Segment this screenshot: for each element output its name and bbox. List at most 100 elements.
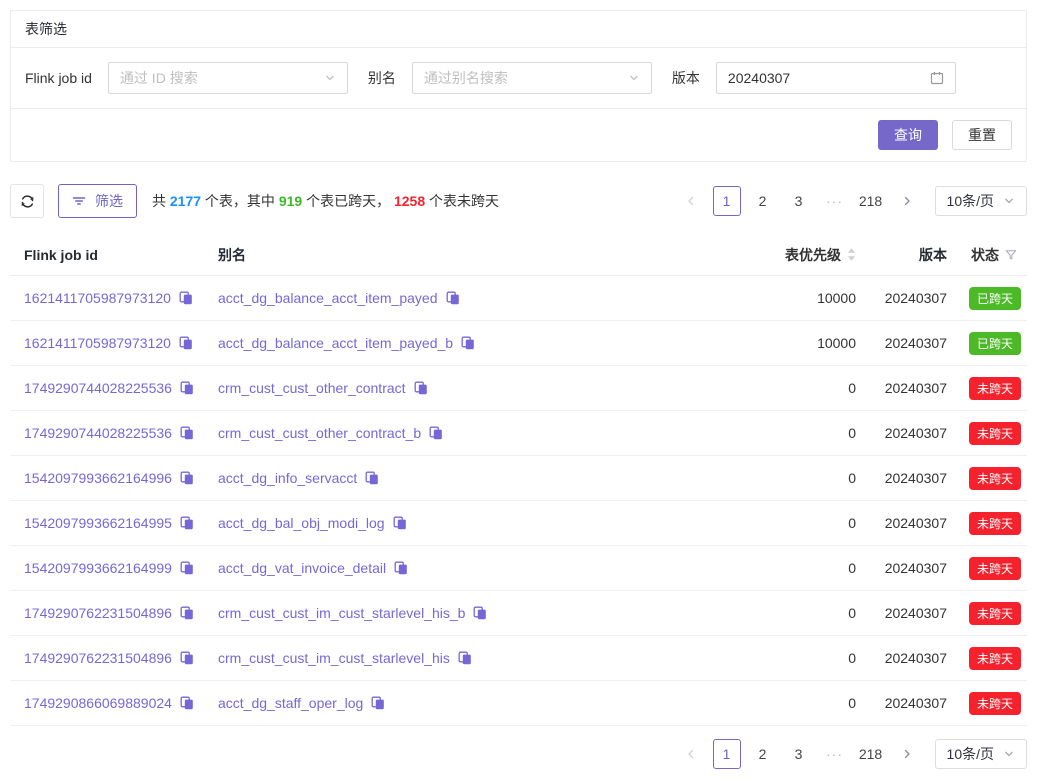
copy-icon[interactable]: [446, 291, 460, 305]
filter-card: 表筛选 Flink job id 通过 ID 搜索 别名 通过别名搜索: [10, 10, 1027, 162]
copy-icon[interactable]: [461, 336, 475, 350]
table-row: 1749290762231504896 crm_cust_cust_im_cus…: [10, 636, 1027, 681]
page-size-select[interactable]: 10条/页: [935, 739, 1027, 769]
flink-job-id-link[interactable]: 1621411705987973120: [24, 290, 171, 306]
copy-icon[interactable]: [180, 696, 194, 710]
flink-job-id-link[interactable]: 1621411705987973120: [24, 335, 171, 351]
status-badge: 未跨天: [969, 512, 1021, 535]
calendar-icon: [930, 71, 944, 85]
flink-job-id-link[interactable]: 1542097993662164995: [24, 515, 172, 531]
column-header-status: 状态: [947, 245, 1027, 265]
status-badge: 未跨天: [969, 377, 1021, 400]
pagination-bottom: 123···21810条/页: [669, 739, 1027, 769]
next-page-button[interactable]: [893, 186, 921, 216]
alias-link[interactable]: acct_dg_info_servacct: [218, 470, 357, 486]
flink-job-id-link[interactable]: 1749290762231504896: [24, 650, 172, 666]
copy-icon[interactable]: [394, 561, 408, 575]
copy-icon[interactable]: [179, 291, 193, 305]
alias-link[interactable]: crm_cust_cust_im_cust_starlevel_his: [218, 650, 450, 666]
sorter-icon[interactable]: [847, 248, 856, 261]
status-badge: 未跨天: [969, 647, 1021, 670]
pagination-top: 123···21810条/页: [669, 186, 1027, 216]
filter-toggle-button[interactable]: 筛选: [58, 184, 137, 218]
column-header-priority[interactable]: 表优先级: [736, 245, 856, 265]
page-button-3[interactable]: 3: [785, 186, 813, 216]
page-size-label: 10条/页: [947, 744, 994, 764]
copy-icon[interactable]: [458, 651, 472, 665]
status-badge: 已跨天: [969, 332, 1021, 355]
page-button-218[interactable]: 218: [857, 739, 885, 769]
table-row: 1542097993662164996 acct_dg_info_servacc…: [10, 456, 1027, 501]
next-page-button[interactable]: [893, 739, 921, 769]
version-date-value: 20240307: [728, 70, 790, 86]
flink-job-id-placeholder: 通过 ID 搜索: [120, 68, 198, 88]
page-button-2[interactable]: 2: [749, 186, 777, 216]
refresh-button[interactable]: [10, 184, 44, 218]
version-date-input[interactable]: 20240307: [716, 62, 956, 94]
column-header-alias: 别名: [218, 245, 736, 265]
prev-page-button[interactable]: [677, 739, 705, 769]
table-summary: 共 2177 个表，其中 919 个表已跨天， 1258 个表未跨天: [152, 191, 499, 211]
alias-link[interactable]: crm_cust_cust_other_contract_b: [218, 425, 421, 441]
alias-link[interactable]: crm_cust_cust_other_contract: [218, 380, 406, 396]
priority-value: 0: [736, 560, 856, 576]
copy-icon[interactable]: [365, 471, 379, 485]
copy-icon[interactable]: [180, 561, 194, 575]
search-button[interactable]: 查询: [878, 120, 938, 150]
copy-icon[interactable]: [473, 606, 487, 620]
copy-icon[interactable]: [414, 381, 428, 395]
page-button-3[interactable]: 3: [785, 739, 813, 769]
refresh-icon: [20, 194, 35, 209]
table-header: Flink job id 别名 表优先级 版本 状态: [10, 234, 1027, 276]
flink-job-id-link[interactable]: 1749290744028225536: [24, 380, 172, 396]
table-body: 1621411705987973120 acct_dg_balance_acct…: [10, 276, 1027, 726]
priority-value: 10000: [736, 335, 856, 351]
copy-icon[interactable]: [180, 471, 194, 485]
column-header-priority-label: 表优先级: [785, 245, 841, 265]
toolbar-left: 筛选 共 2177 个表，其中 919 个表已跨天， 1258 个表未跨天: [10, 184, 499, 218]
flink-job-id-link[interactable]: 1542097993662164996: [24, 470, 172, 486]
copy-icon[interactable]: [180, 651, 194, 665]
copy-icon[interactable]: [180, 381, 194, 395]
flink-job-id-select[interactable]: 通过 ID 搜索: [108, 62, 348, 94]
copy-icon[interactable]: [180, 516, 194, 530]
alias-link[interactable]: acct_dg_balance_acct_item_payed: [218, 290, 438, 306]
reset-button[interactable]: 重置: [952, 120, 1012, 150]
flink-job-id-link[interactable]: 1749290762231504896: [24, 605, 172, 621]
alias-link[interactable]: acct_dg_bal_obj_modi_log: [218, 515, 385, 531]
table-row: 1542097993662164999 acct_dg_vat_invoice_…: [10, 546, 1027, 591]
version-value: 20240307: [856, 380, 947, 396]
copy-icon[interactable]: [180, 606, 194, 620]
table-row: 1749290866069889024 acct_dg_staff_oper_l…: [10, 681, 1027, 726]
version-value: 20240307: [856, 470, 947, 486]
version-value: 20240307: [856, 515, 947, 531]
copy-icon[interactable]: [179, 336, 193, 350]
page-button-2[interactable]: 2: [749, 739, 777, 769]
prev-page-button[interactable]: [677, 186, 705, 216]
filter-funnel-icon[interactable]: [1005, 249, 1017, 261]
table-row: 1749290762231504896 crm_cust_cust_im_cus…: [10, 591, 1027, 636]
filter-card-title: 表筛选: [11, 11, 1026, 48]
alias-select[interactable]: 通过别名搜索: [412, 62, 652, 94]
copy-icon[interactable]: [429, 426, 443, 440]
alias-link[interactable]: acct_dg_balance_acct_item_payed_b: [218, 335, 453, 351]
copy-icon[interactable]: [180, 426, 194, 440]
priority-value: 0: [736, 695, 856, 711]
summary-text: 个表，其中: [201, 193, 279, 209]
flink-job-id-link[interactable]: 1749290866069889024: [24, 695, 172, 711]
flink-job-id-link[interactable]: 1749290744028225536: [24, 425, 172, 441]
version-value: 20240307: [856, 605, 947, 621]
chevron-left-icon: [685, 195, 697, 207]
page-button-1[interactable]: 1: [713, 739, 741, 769]
version-value: 20240307: [856, 335, 947, 351]
page-size-select[interactable]: 10条/页: [935, 186, 1027, 216]
page-button-1[interactable]: 1: [713, 186, 741, 216]
version-value: 20240307: [856, 290, 947, 306]
alias-link[interactable]: acct_dg_staff_oper_log: [218, 695, 363, 711]
alias-link[interactable]: crm_cust_cust_im_cust_starlevel_his_b: [218, 605, 465, 621]
flink-job-id-link[interactable]: 1542097993662164999: [24, 560, 172, 576]
alias-link[interactable]: acct_dg_vat_invoice_detail: [218, 560, 386, 576]
page-button-218[interactable]: 218: [857, 186, 885, 216]
copy-icon[interactable]: [393, 516, 407, 530]
copy-icon[interactable]: [371, 696, 385, 710]
